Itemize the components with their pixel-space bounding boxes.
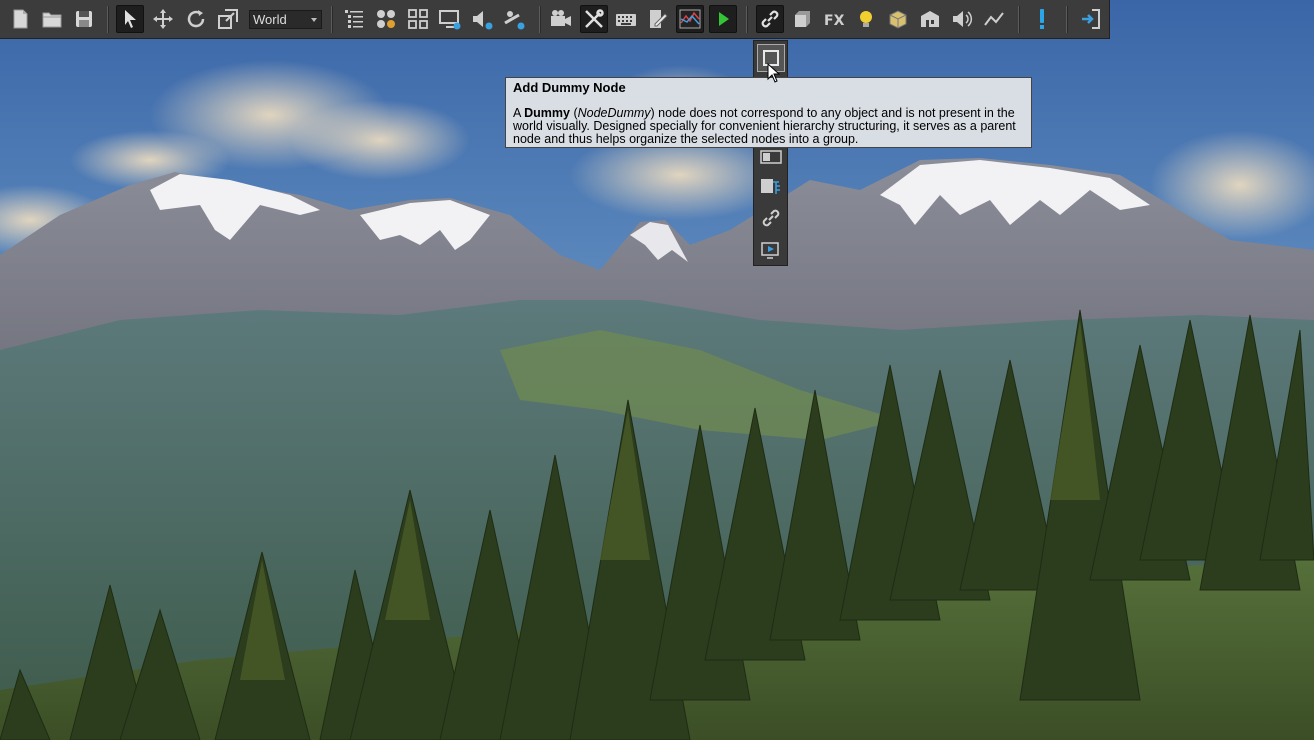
link-node-icon[interactable] [757, 204, 785, 232]
path-icon[interactable] [980, 5, 1008, 33]
svg-text:FX: FX [824, 13, 845, 29]
keyboard-icon[interactable] [612, 5, 640, 33]
mouse-cursor-icon [767, 63, 781, 83]
link-icon[interactable] [756, 5, 784, 33]
save-icon[interactable] [70, 5, 98, 33]
coordinate-space-select[interactable]: World [249, 10, 322, 29]
sound-settings-icon[interactable] [468, 5, 496, 33]
tooltip-body-paren: ( [569, 106, 578, 120]
profiler-graph-icon[interactable] [676, 5, 704, 33]
box-icon[interactable] [788, 5, 816, 33]
chevron-down-icon [311, 18, 317, 22]
materials-icon[interactable] [372, 5, 400, 33]
select-arrow-icon[interactable] [116, 5, 144, 33]
warning-exclamation-icon[interactable] [1028, 5, 1056, 33]
tooltip-body-prefix: A [513, 106, 525, 120]
coordinate-space-value: World [253, 12, 287, 27]
node-list-icon[interactable] [340, 5, 368, 33]
open-folder-icon[interactable] [38, 5, 66, 33]
tooltip-body-bold: Dummy [524, 106, 570, 120]
main-toolbar: World FX [0, 0, 1110, 39]
tooltip-body: A Dummy (NodeDummy) node does not corres… [513, 106, 1016, 146]
tooltip-body-italic: NodeDummy [577, 106, 651, 120]
world-building-icon[interactable] [916, 5, 944, 33]
render-settings-icon[interactable] [436, 5, 464, 33]
play-icon[interactable] [709, 5, 737, 33]
fx-icon[interactable]: FX [820, 5, 848, 33]
scale-icon[interactable] [214, 5, 242, 33]
physics-settings-icon[interactable] [500, 5, 528, 33]
rotate-icon[interactable] [182, 5, 210, 33]
light-bulb-icon[interactable] [852, 5, 880, 33]
reference-node-icon[interactable] [757, 172, 785, 200]
sound-source-icon[interactable] [948, 5, 976, 33]
properties-grid-icon[interactable] [404, 5, 432, 33]
move-icon[interactable] [149, 5, 177, 33]
new-file-icon[interactable] [6, 5, 34, 33]
camera-icon[interactable] [547, 5, 575, 33]
add-dummy-node-tooltip: Add Dummy Node A Dummy (NodeDummy) node … [505, 77, 1032, 148]
player-node-icon[interactable] [757, 235, 785, 263]
editor-icon[interactable] [644, 5, 672, 33]
exit-icon[interactable] [1077, 5, 1105, 33]
decal-icon[interactable] [884, 5, 912, 33]
tools-icon[interactable] [580, 5, 608, 33]
